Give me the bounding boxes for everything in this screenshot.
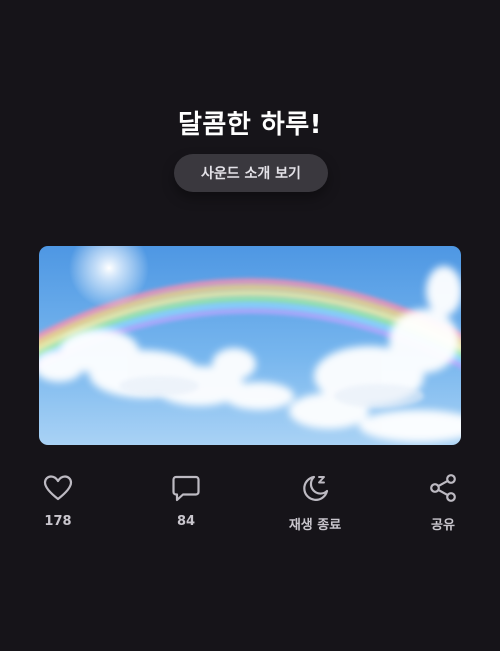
sleep-timer-button[interactable]: 재생 종료 bbox=[270, 472, 360, 533]
sound-intro-button[interactable]: 사운드 소개 보기 bbox=[174, 154, 328, 192]
comment-button[interactable]: 84 bbox=[141, 472, 231, 529]
share-icon bbox=[430, 474, 456, 502]
moon-sleep-icon bbox=[303, 475, 329, 501]
like-button[interactable]: 178 bbox=[13, 472, 103, 529]
like-count: 178 bbox=[44, 514, 72, 529]
share-label: 공유 bbox=[431, 518, 455, 533]
comment-icon bbox=[172, 475, 200, 502]
comment-count: 84 bbox=[176, 514, 196, 529]
sleep-timer-label: 재생 종료 bbox=[288, 518, 342, 533]
share-button[interactable]: 공유 bbox=[398, 472, 488, 533]
heart-icon bbox=[43, 475, 73, 501]
page-title: 달콤한 하루! bbox=[177, 110, 322, 140]
rainbow-sky-image bbox=[39, 246, 461, 445]
